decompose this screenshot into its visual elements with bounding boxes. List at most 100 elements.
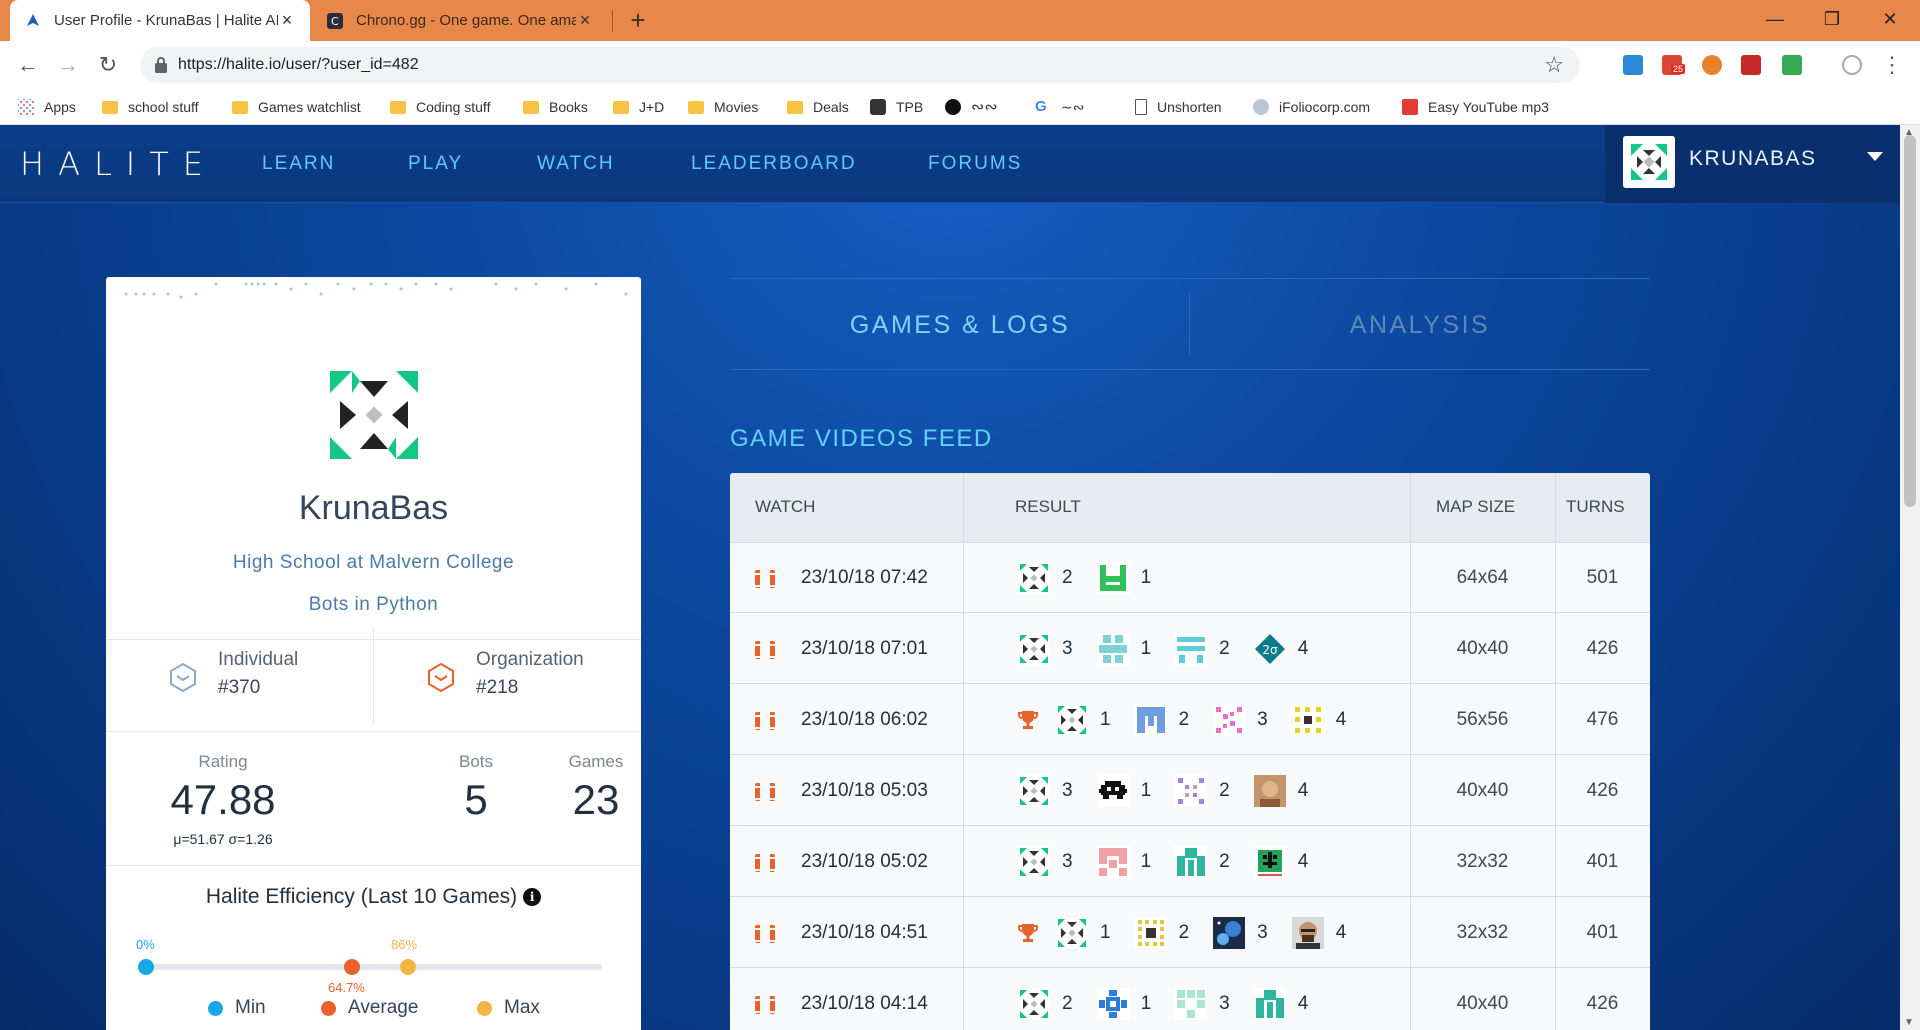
player-avatar-cyan-blocks[interactable] xyxy=(1096,633,1129,665)
nav-play[interactable]: PLAY xyxy=(408,153,463,175)
player-avatar-teal-arch[interactable] xyxy=(1175,846,1208,878)
player-avatar-yellow-ring[interactable] xyxy=(1134,917,1167,949)
player-avatar-space-invader[interactable] xyxy=(1096,775,1129,807)
bookmark-apps[interactable]: Apps xyxy=(18,97,76,117)
scrollbar-thumb[interactable] xyxy=(1904,135,1916,507)
reload-icon[interactable]: ↻ xyxy=(92,49,124,81)
profile-language[interactable]: Bots in Python xyxy=(106,594,641,616)
player-avatar-krunabas[interactable] xyxy=(1056,704,1088,736)
address-bar[interactable]: https://halite.io/user/?user_id=482 ☆ xyxy=(140,47,1580,83)
bookmark-telegram[interactable]: ∾∾ xyxy=(945,97,998,117)
player-avatar-teal-arch[interactable] xyxy=(1253,988,1286,1020)
nav-leaderboard[interactable]: LEADERBOARD xyxy=(691,153,857,175)
table-row[interactable]: 23/10/18 04:51 1 2 3 4 32x32 401 xyxy=(730,898,1650,968)
bookmark-star-icon[interactable]: ☆ xyxy=(1544,52,1564,78)
game-date[interactable]: 23/10/18 04:14 xyxy=(801,993,928,1015)
game-date[interactable]: 23/10/18 07:01 xyxy=(801,638,928,660)
user-menu[interactable]: KRUNABAS xyxy=(1604,125,1900,203)
player-avatar-krunabas[interactable] xyxy=(1018,633,1050,665)
player-avatar-krunabas[interactable] xyxy=(1056,917,1088,949)
bookmark-folder[interactable]: Coding stuff xyxy=(390,97,490,117)
film-reel-icon[interactable] xyxy=(755,854,775,872)
table-row[interactable]: 23/10/18 05:02 3 1 2 4 32x32 401 xyxy=(730,827,1650,897)
film-reel-icon[interactable] xyxy=(755,925,775,943)
table-row[interactable]: 23/10/18 07:42 2 1 64x64 501 xyxy=(730,543,1650,613)
player-avatar-green-bug[interactable] xyxy=(1253,846,1286,878)
tab-halite[interactable]: User Profile - KrunaBas | Halite AI Prog… xyxy=(10,0,310,41)
minimize-button[interactable]: — xyxy=(1747,0,1803,41)
close-tab-icon[interactable]: × xyxy=(576,10,594,31)
result-players: 1 2 3 4 xyxy=(1018,915,1370,951)
player-avatar-purple-dots[interactable] xyxy=(1175,775,1208,807)
bookmark-google[interactable]: G ∼∾ xyxy=(1035,97,1084,117)
player-avatar-green-h[interactable] xyxy=(1096,562,1129,594)
player-avatar-krunabas[interactable] xyxy=(1018,562,1050,594)
player-avatar-teal-diamond[interactable]: 2σ xyxy=(1254,633,1286,665)
bookmark-tpb[interactable]: TPB xyxy=(870,97,923,117)
back-arrow-icon[interactable]: ← xyxy=(12,49,44,81)
page-scrollbar[interactable]: ▲ ▼ xyxy=(1900,125,1920,1030)
bookmark-ifolio[interactable]: iFoliocorp.com xyxy=(1253,97,1370,117)
info-icon[interactable]: i xyxy=(523,888,542,906)
bookmark-folder[interactable]: J+D xyxy=(613,97,664,117)
game-date[interactable]: 23/10/18 07:42 xyxy=(801,567,928,589)
player-avatar-blue-arch[interactable] xyxy=(1134,704,1167,736)
profile-icon[interactable] xyxy=(1842,55,1862,75)
nav-watch[interactable]: WATCH xyxy=(537,153,615,175)
game-date[interactable]: 23/10/18 05:02 xyxy=(801,851,928,873)
player-avatar-photo-man[interactable] xyxy=(1291,917,1324,949)
film-reel-icon[interactable] xyxy=(755,570,775,588)
new-tab-button[interactable]: + xyxy=(622,4,654,36)
game-date[interactable]: 23/10/18 04:51 xyxy=(801,922,928,944)
player-avatar-krunabas[interactable] xyxy=(1018,988,1050,1020)
player-avatar-space-photo[interactable] xyxy=(1213,917,1246,949)
table-row[interactable]: 23/10/18 04:14 2 1 3 4 40x40 426 xyxy=(730,969,1650,1030)
bookmark-folder[interactable]: Books xyxy=(523,97,588,117)
scroll-down-arrow-icon[interactable]: ▼ xyxy=(1904,1017,1914,1028)
player-avatar-krunabas[interactable] xyxy=(1018,775,1050,807)
bookmark-unshorten[interactable]: Unshorten xyxy=(1135,97,1222,117)
forward-arrow-icon[interactable]: → xyxy=(52,49,84,81)
player-result: 2σ 4 xyxy=(1254,633,1308,665)
halite-logo[interactable]: HALITE xyxy=(20,145,217,183)
table-row[interactable]: 23/10/18 07:01 3 1 2 2σ 4 40x40 426 xyxy=(730,614,1650,684)
bookmark-folder[interactable]: Deals xyxy=(787,97,849,117)
player-avatar-teal-bars[interactable] xyxy=(1175,633,1208,665)
table-row[interactable]: 23/10/18 05:03 3 1 2 4 40x40 426 xyxy=(730,756,1650,826)
extension-icon[interactable] xyxy=(1741,55,1761,75)
close-tab-icon[interactable]: × xyxy=(278,10,296,31)
player-result: 1 xyxy=(1096,846,1151,878)
bookmark-folder[interactable]: school stuff xyxy=(102,97,199,117)
film-reel-icon[interactable] xyxy=(755,712,775,730)
player-avatar-pink-dots[interactable] xyxy=(1213,704,1246,736)
bookmark-label: iFoliocorp.com xyxy=(1279,99,1371,115)
profile-school[interactable]: High School at Malvern College xyxy=(106,552,641,574)
metamask-extension-icon[interactable] xyxy=(1702,55,1722,75)
nav-forums[interactable]: FORUMS xyxy=(928,153,1022,175)
bookmark-youtube-mp3[interactable]: Easy YouTube mp3 xyxy=(1402,97,1549,117)
menu-dots-icon[interactable]: ⋮ xyxy=(1876,49,1908,81)
maximize-button[interactable]: ❐ xyxy=(1804,0,1860,41)
table-row[interactable]: 23/10/18 06:02 1 2 3 4 56x56 476 xyxy=(730,685,1650,755)
game-date[interactable]: 23/10/18 06:02 xyxy=(801,709,928,731)
film-reel-icon[interactable] xyxy=(755,641,775,659)
film-reel-icon[interactable] xyxy=(755,783,775,801)
bookmark-folder[interactable]: Games watchlist xyxy=(232,97,361,117)
tab-chrono[interactable]: C Chrono.gg - One game. One amazing deal… xyxy=(312,0,608,41)
bookmark-folder[interactable]: Movies xyxy=(688,97,758,117)
player-avatar-photo-face[interactable] xyxy=(1253,775,1286,807)
gmail-extension-icon[interactable]: 25 xyxy=(1662,55,1686,75)
player-avatar-mint-blocks[interactable] xyxy=(1175,988,1208,1020)
tab-games-logs[interactable]: GAMES & LOGS xyxy=(730,279,1190,371)
close-window-button[interactable]: ✕ xyxy=(1862,0,1918,41)
film-reel-icon[interactable] xyxy=(755,996,775,1014)
player-avatar-blue-cross[interactable] xyxy=(1096,988,1129,1020)
extension-icon[interactable] xyxy=(1782,55,1802,75)
nav-learn[interactable]: LEARN xyxy=(262,153,335,175)
tab-analysis[interactable]: ANALYSIS xyxy=(1190,279,1650,371)
player-avatar-krunabas[interactable] xyxy=(1018,846,1050,878)
player-avatar-pink-blocks[interactable] xyxy=(1096,846,1129,878)
player-avatar-yellow-dots[interactable] xyxy=(1291,704,1324,736)
extension-icon[interactable] xyxy=(1623,55,1643,75)
game-date[interactable]: 23/10/18 05:03 xyxy=(801,780,928,802)
